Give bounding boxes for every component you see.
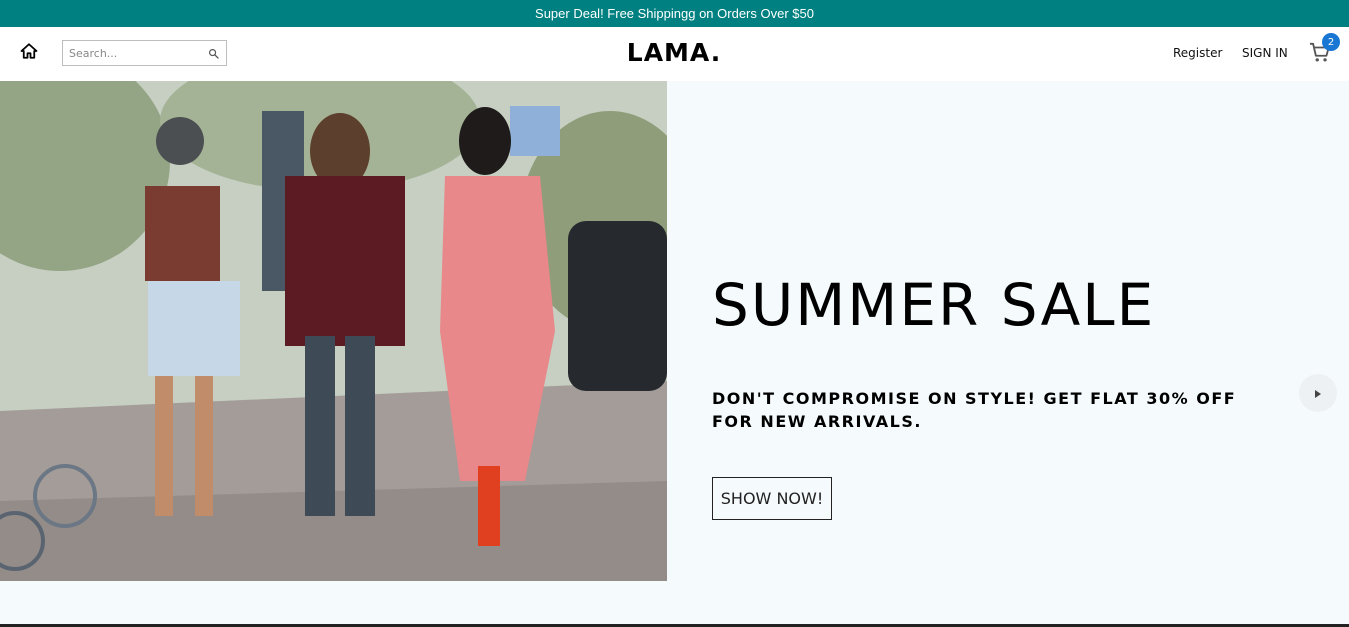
search-input[interactable] (69, 43, 201, 63)
show-now-button[interactable]: SHOW NOW! (712, 477, 832, 520)
announcement-bar: Super Deal! Free Shippingg on Orders Ove… (0, 0, 1349, 27)
slide-description: DON'T COMPROMISE ON STYLE! GET FLAT 30% … (712, 389, 1237, 431)
slide-image (0, 81, 667, 581)
cart-count-badge: 2 (1322, 33, 1340, 51)
home-icon[interactable] (19, 41, 39, 61)
signin-link[interactable]: SIGN IN (1242, 44, 1288, 62)
search-container (62, 40, 227, 66)
navbar: LAMA. Register SIGN IN 2 (0, 27, 1349, 81)
site-logo[interactable]: LAMA. (574, 35, 774, 71)
slider-next-button[interactable] (1299, 374, 1337, 412)
chevron-right-icon (1314, 384, 1322, 403)
register-link[interactable]: Register (1173, 44, 1222, 62)
slide-title: SUMMER SALE (712, 271, 1156, 339)
search-icon[interactable] (206, 46, 220, 60)
hero-slider: SUMMER SALE DON'T COMPROMISE ON STYLE! G… (0, 81, 1349, 627)
announcement-text: Super Deal! Free Shippingg on Orders Ove… (535, 6, 814, 21)
